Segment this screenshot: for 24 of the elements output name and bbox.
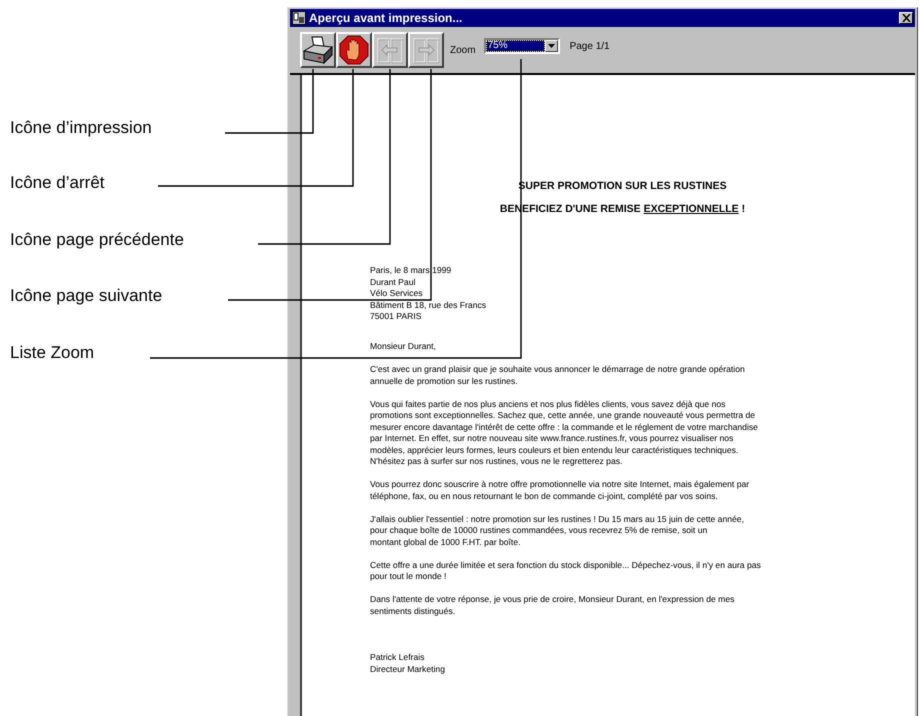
printer-icon: [302, 35, 334, 65]
letter-paragraph: J'allais oublier l'essentiel : notre promotion sur les rustines ! Du 15 mars au 15 juin de cette année, pour chaque boîte de 10000 rustines commandées, vous recevrez 5% de remise, soit un montant global de 1000 F.HT. par boîte.: [370, 514, 744, 548]
zoom-label: Zoom: [450, 44, 476, 56]
stop-hand-icon: [339, 35, 369, 65]
letter-paragraph: Cette offre a une durée limitée et sera fonction du stock disponible... Dépechez-vous, il n'y en aura pas pour tout le monde !: [370, 560, 761, 582]
callout-label: Icône page suivante: [10, 286, 162, 306]
print-button[interactable]: [300, 32, 336, 68]
signature: Patrick Lefrais Directeur Marketing: [370, 652, 445, 675]
callout-label: Icône d’arrêt: [10, 173, 104, 193]
callout-label: Icône page précédente: [10, 230, 184, 250]
close-button[interactable]: [899, 12, 913, 24]
stop-button[interactable]: [336, 32, 372, 68]
window-icon: [292, 11, 306, 25]
callout-label: Icône d’impression: [10, 118, 152, 138]
zoom-dropdown[interactable]: 75%: [484, 38, 560, 54]
letter-paragraph: Dans l'attente de votre réponse, je vous prie de croire, Monsieur Durant, en l'expression de mes sentiments distingués.: [370, 594, 734, 617]
letter-paragraph: Vous qui faites partie de nos plus anciens et nos plus fidèles clients, vous savez déjà que nos promotions sont exceptionnelles. Sachez que, cette année, une grande nouveauté vous permettra de mesurer encore davantage l'intérêt de cette offre : la commande et le réglement de votre marchandise par Internet. En effet, sur notre nouveau site www.france.rustines.fr, vous pourrez visualiser nos modèles, apprécier leurs formes, leurs couleurs et bien entendu leur caractéristiques techniques. N'hésitez pas à surfer sur nos rustines, vous ne le regretterez pas.: [370, 398, 758, 468]
salutation: Monsieur Durant,: [370, 340, 436, 352]
letter-paragraph: C'est avec un grand plaisir que je souhaite vous annoncer le démarrage de notre grande opération annuelle de promotion sur les rustines.: [370, 364, 745, 387]
page-indicator: Page 1/1: [570, 40, 610, 52]
letter-paragraph: Vous pourrez donc souscrire à notre offre promotionnelle via notre site Internet, mais également par téléphone, fax, ou en nous retournant le bon de commande ci-joint, complété par vos soins.: [370, 479, 750, 502]
window-title: Aperçu avant impression...: [309, 11, 464, 25]
recipient-address: Paris, le 8 mars 1999 Durant Paul Vélo Services Bâtiment B 18, rue des Francs 75001 PARIS: [370, 265, 486, 322]
callout-label: Liste Zoom: [10, 343, 94, 363]
